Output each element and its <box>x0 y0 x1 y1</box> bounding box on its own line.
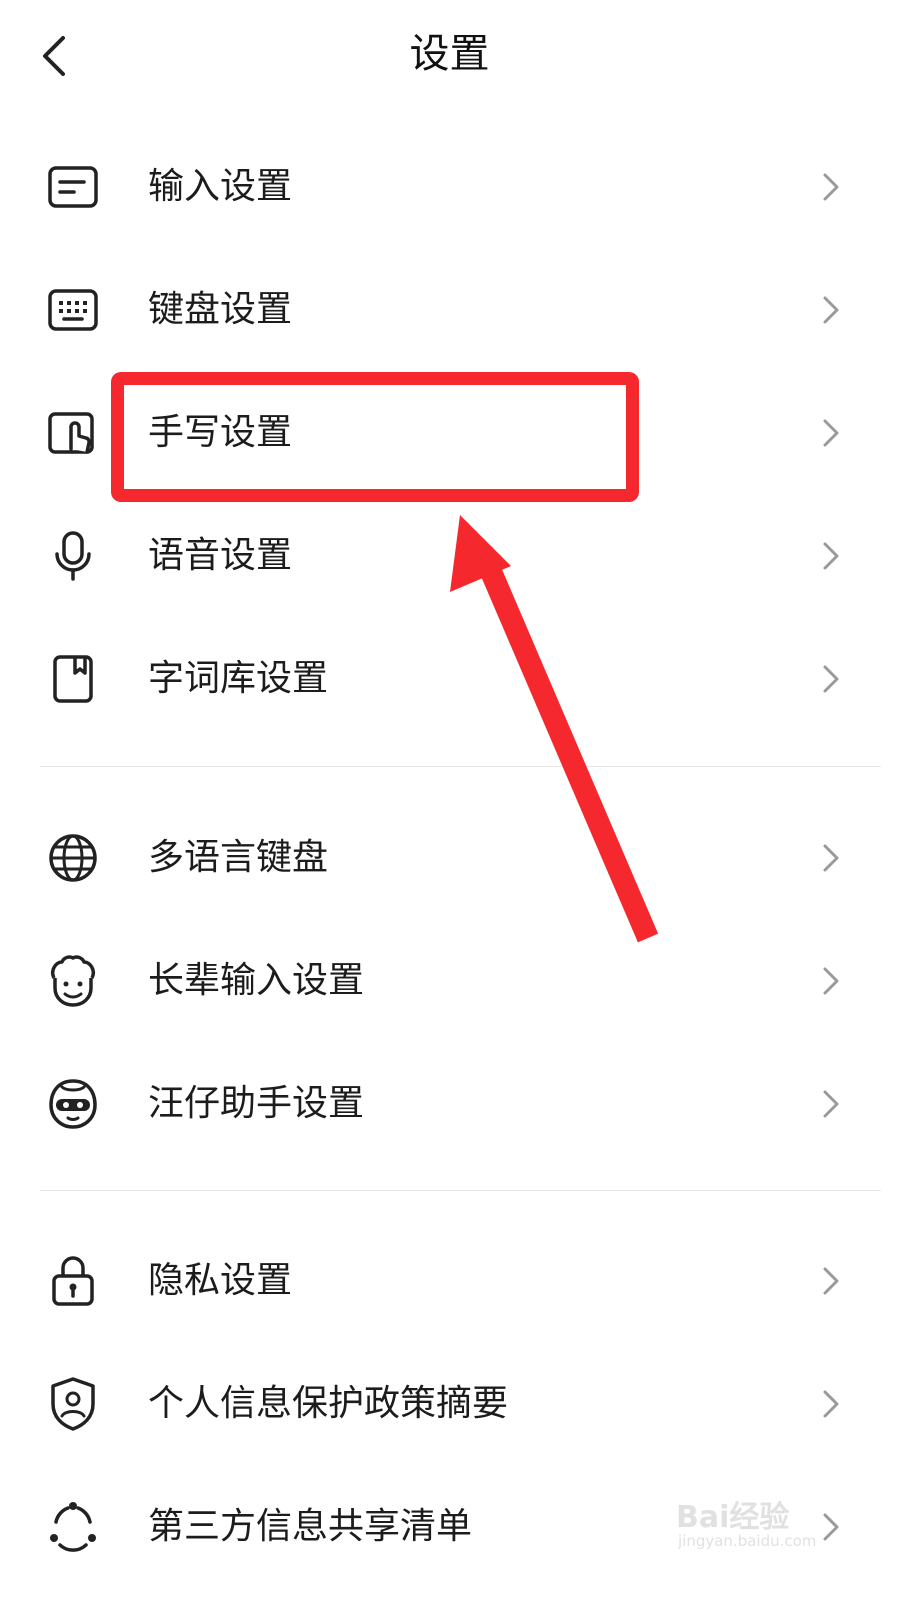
input-box-icon <box>44 158 102 216</box>
settings-item-label: 手写设置 <box>148 412 293 453</box>
settings-item-assistant[interactable]: 汪仔助手设置 <box>0 1042 899 1166</box>
chevron-right-icon <box>823 665 839 693</box>
settings-item-keyboard[interactable]: 键盘设置 <box>0 248 899 372</box>
chevron-right-icon <box>823 1090 839 1118</box>
shield-user-icon <box>44 1375 102 1433</box>
chevron-right-icon <box>823 844 839 872</box>
microphone-icon <box>44 527 102 585</box>
elder-face-icon <box>44 952 102 1010</box>
settings-item-label: 键盘设置 <box>148 289 293 330</box>
header-bar: 设置 <box>0 0 899 115</box>
bookmark-book-icon <box>44 650 102 708</box>
settings-item-voice[interactable]: 语音设置 <box>0 494 899 618</box>
watermark-brand: Bai经验 <box>676 1500 790 1535</box>
settings-item-label: 隐私设置 <box>148 1260 293 1301</box>
lock-icon <box>44 1252 102 1310</box>
section-divider <box>40 766 881 767</box>
settings-item-label: 长辈输入设置 <box>148 960 365 1001</box>
settings-item-label: 汪仔助手设置 <box>148 1083 365 1124</box>
settings-item-label: 语音设置 <box>148 535 293 576</box>
watermark-url: jingyan.baidu.com <box>678 1532 817 1550</box>
settings-item-label: 第三方信息共享清单 <box>148 1506 473 1547</box>
settings-item-privacy-policy-summary[interactable]: 个人信息保护政策摘要 <box>0 1342 899 1466</box>
mascot-icon <box>44 1075 102 1133</box>
chevron-right-icon <box>823 1267 839 1295</box>
settings-item-lexicon[interactable]: 字词库设置 <box>0 617 899 741</box>
chevron-right-icon <box>823 173 839 201</box>
settings-item-handwriting[interactable]: 手写设置 <box>0 371 899 495</box>
chevron-right-icon <box>823 967 839 995</box>
chevron-right-icon <box>823 296 839 324</box>
settings-item-label: 多语言键盘 <box>148 837 329 878</box>
settings-item-label: 个人信息保护政策摘要 <box>148 1383 509 1424</box>
settings-item-multilingual-keyboard[interactable]: 多语言键盘 <box>0 796 899 920</box>
chevron-right-icon <box>823 542 839 570</box>
chevron-right-icon <box>823 1390 839 1418</box>
section-divider <box>40 1190 881 1191</box>
chevron-right-icon <box>823 419 839 447</box>
baidu-jingyan-watermark: Bai经验 jingyan.baidu.com <box>676 1492 856 1556</box>
settings-item-input[interactable]: 输入设置 <box>0 125 899 249</box>
settings-item-label: 字词库设置 <box>148 658 329 699</box>
settings-item-label: 输入设置 <box>148 166 293 207</box>
share-nodes-icon <box>44 1498 102 1556</box>
globe-icon <box>44 829 102 887</box>
settings-item-elder-input[interactable]: 长辈输入设置 <box>0 919 899 1043</box>
settings-item-privacy[interactable]: 隐私设置 <box>0 1219 899 1343</box>
handwriting-icon <box>44 404 102 462</box>
keyboard-icon <box>44 281 102 339</box>
page-title: 设置 <box>409 31 490 77</box>
